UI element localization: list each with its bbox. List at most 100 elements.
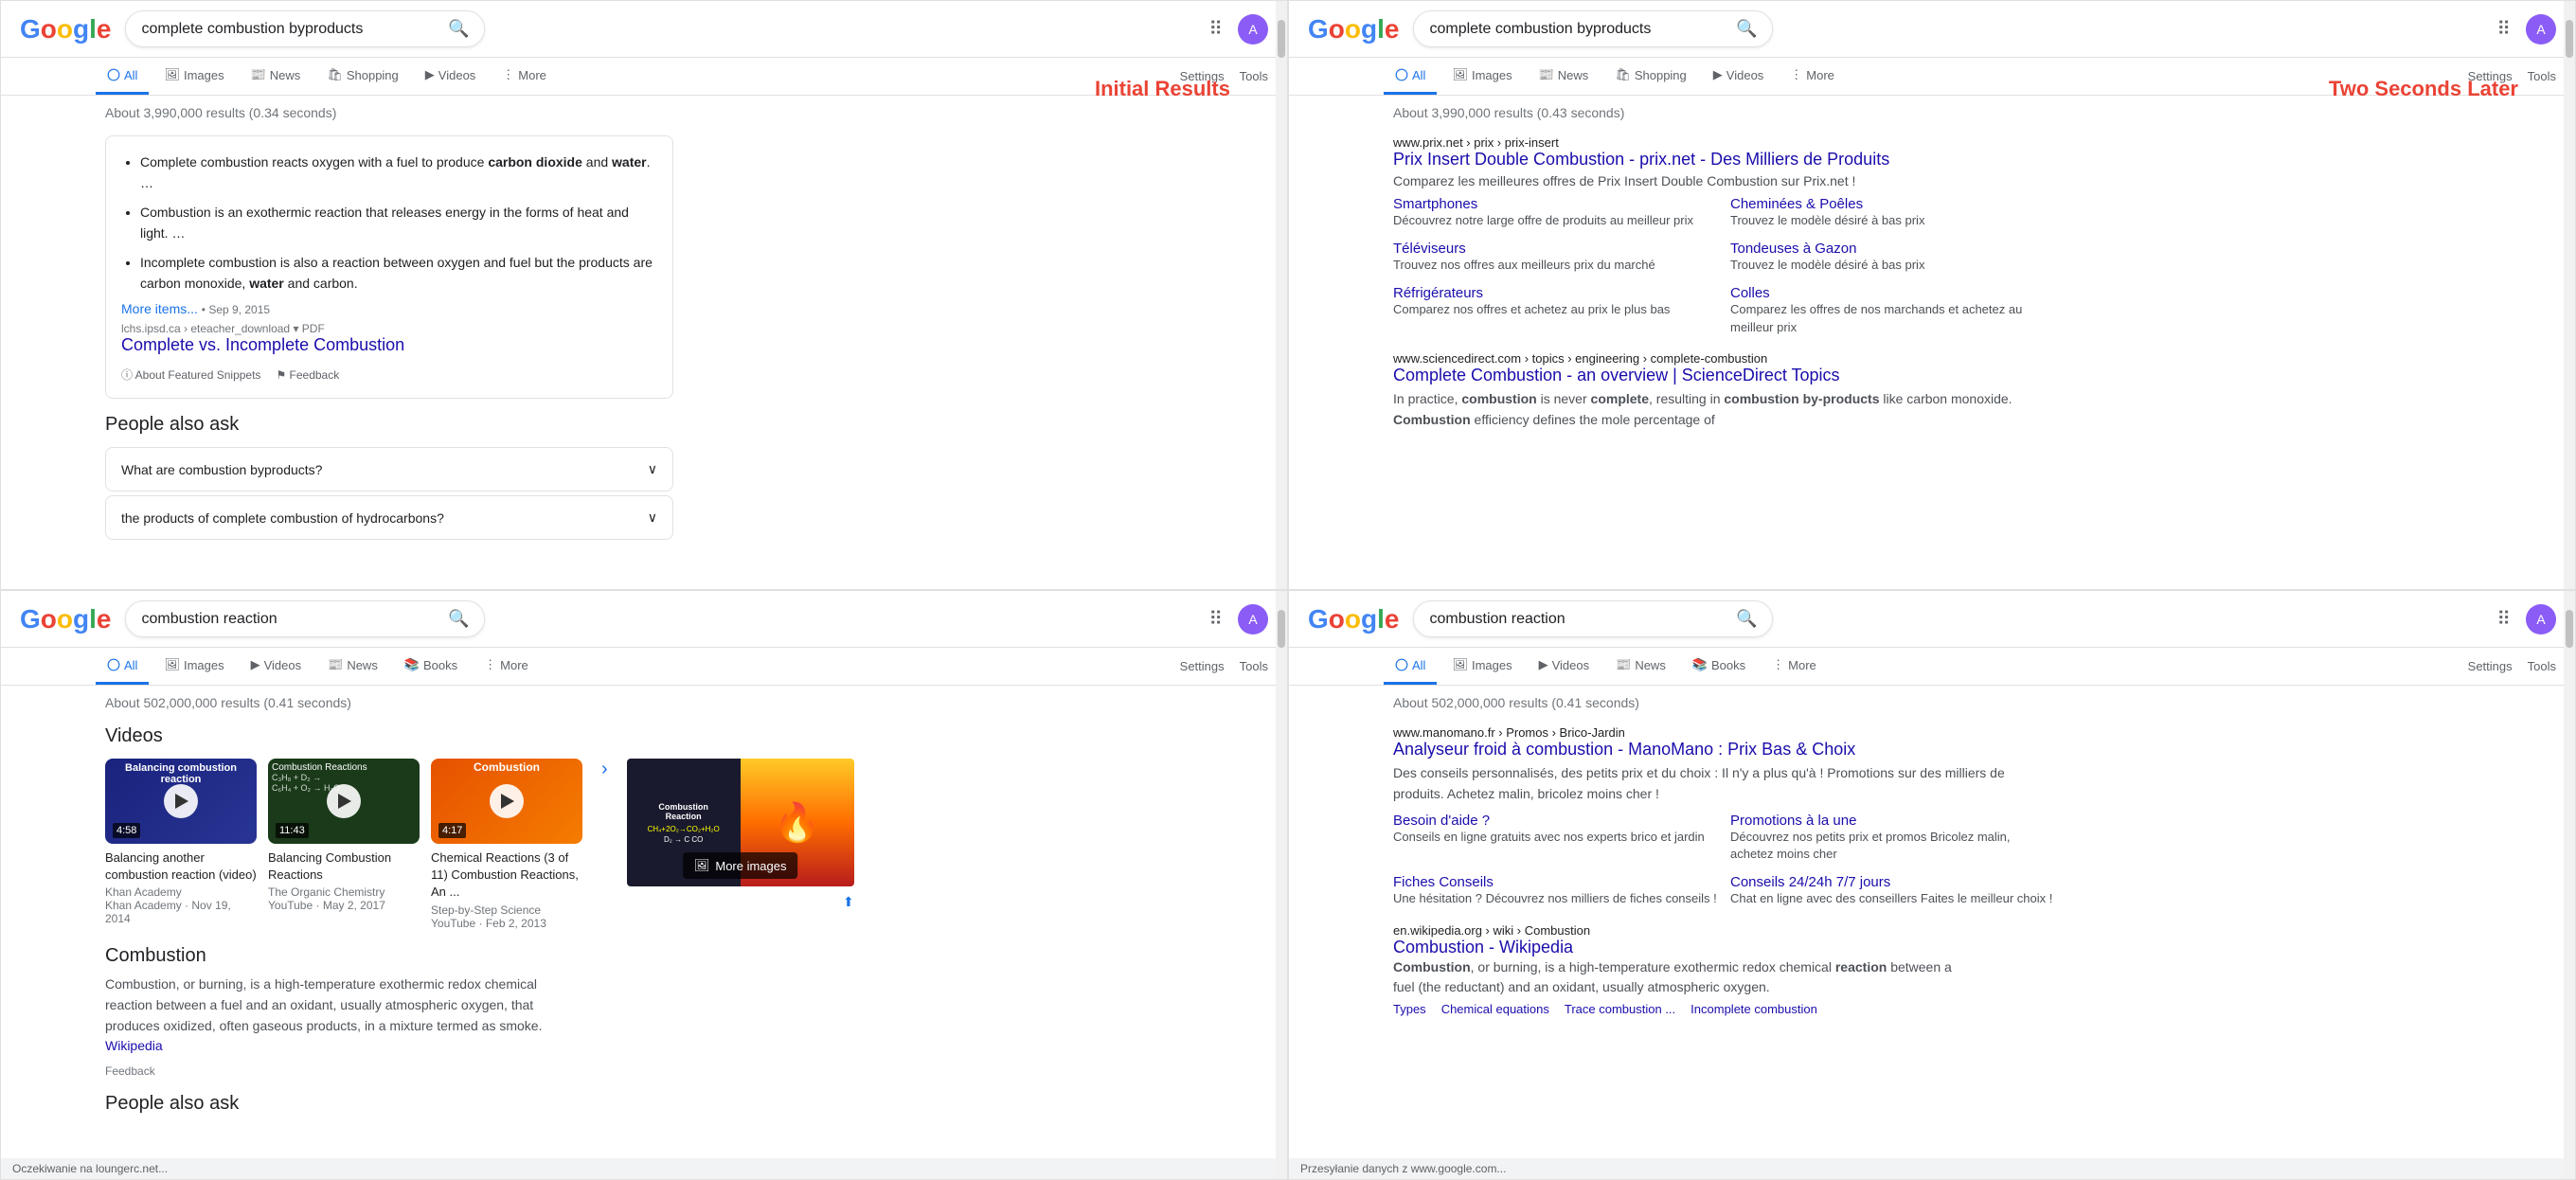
tab-more-bl[interactable]: ⋮ More	[473, 648, 540, 685]
search-input-tl[interactable]: complete combustion byproducts	[141, 21, 440, 38]
results-area-bl: About 502,000,000 results (0.41 seconds)…	[1, 686, 1287, 1170]
combustion-text: Combustion, or burning, is a high-temper…	[105, 974, 560, 1058]
search-input-bl[interactable]: combustion reaction	[141, 611, 440, 628]
scrollbar-br[interactable]	[2564, 591, 2575, 1179]
tab-books-br[interactable]: 📚 Books	[1681, 648, 1757, 685]
tab-more-br[interactable]: ⋮ More	[1761, 648, 1828, 685]
tab-news-br[interactable]: 📰 News	[1604, 648, 1677, 685]
video-thumb-2: Combustion ReactionsC₃H₈ + D₂ →C₆H₄ + O₂…	[268, 759, 420, 844]
ad-item-tondeuses[interactable]: Tondeuses à Gazon Trouvez le modèle dési…	[1730, 241, 2056, 274]
video-arrow-next[interactable]: ›	[594, 759, 616, 780]
tools-link-br[interactable]: Tools	[2528, 659, 2556, 673]
video-card-2[interactable]: Combustion ReactionsC₃H₈ + D₂ →C₆H₄ + O₂…	[268, 759, 420, 912]
tab-videos-tl[interactable]: ▶ Videos	[414, 58, 488, 95]
snippet-result-link[interactable]: Complete vs. Incomplete Combustion	[121, 335, 657, 355]
tools-link-tl[interactable]: Tools	[1240, 69, 1268, 83]
avatar-tr[interactable]: A	[2526, 14, 2556, 45]
tab-news-tr[interactable]: 📰 News	[1528, 58, 1601, 95]
tab-all-tr[interactable]: All	[1384, 59, 1437, 95]
scrollbar-tr[interactable]	[2564, 1, 2575, 589]
search-button-tl[interactable]: 🔍	[448, 19, 469, 39]
tab-images-tr[interactable]: 🖼 Images	[1440, 58, 1523, 95]
scrollbar-bl[interactable]	[1276, 591, 1287, 1179]
tab-images-tl[interactable]: 🖼 Images	[152, 58, 235, 95]
play-button-3[interactable]	[490, 784, 524, 818]
apps-icon-tr[interactable]: ⠿	[2496, 17, 2511, 41]
google-logo-tr: Google	[1308, 14, 1399, 45]
tab-news-bl[interactable]: 📰 News	[316, 648, 389, 685]
manomano-title-link[interactable]: Analyseur froid à combustion - ManoMano …	[1393, 740, 2056, 760]
ad-item-cheminees[interactable]: Cheminées & Poêles Trouvez le modèle dés…	[1730, 196, 2056, 229]
tab-videos-tr[interactable]: ▶ Videos	[1702, 58, 1776, 95]
tools-link-tr[interactable]: Tools	[2528, 69, 2556, 83]
manomano-item-fiches[interactable]: Fiches Conseils Une hésitation ? Découvr…	[1393, 874, 1719, 907]
google-logo-br: Google	[1308, 604, 1399, 635]
search-button-tr[interactable]: 🔍	[1736, 19, 1757, 39]
tab-more-tl[interactable]: ⋮ More	[491, 58, 558, 95]
tab-all-tl[interactable]: All	[96, 59, 149, 95]
manomano-item-aide[interactable]: Besoin d'aide ? Conseils en ligne gratui…	[1393, 813, 1719, 863]
settings-link-br[interactable]: Settings	[2468, 659, 2513, 673]
video-card-1[interactable]: Balancing combustion reaction 4:58 Balan…	[105, 759, 257, 925]
ad-item-colles[interactable]: Colles Comparez les offres de nos marcha…	[1730, 285, 2056, 335]
feedback-btn-bl[interactable]: Feedback	[105, 1064, 155, 1078]
play-button-1[interactable]	[164, 784, 198, 818]
manomano-item-conseils[interactable]: Conseils 24/24h 7/7 jours Chat en ligne …	[1730, 874, 2056, 907]
avatar-bl[interactable]: A	[1238, 604, 1268, 635]
organic-result-tr: www.sciencedirect.com › topics › enginee…	[1393, 351, 2056, 431]
tab-shopping-tl[interactable]: 🛍 Shopping	[315, 58, 409, 95]
tab-all-br[interactable]: All	[1384, 649, 1437, 685]
apps-icon-br[interactable]: ⠿	[2496, 607, 2511, 631]
video-card-3[interactable]: Combustion 4:17 Chemical Reactions (3 of…	[431, 759, 582, 930]
paa-section-tl: People also ask What are combustion bypr…	[105, 414, 673, 540]
wiki-link-equations[interactable]: Chemical equations	[1441, 1002, 1549, 1016]
search-bar-tl[interactable]: complete combustion byproducts 🔍	[125, 10, 485, 47]
ad-item-smartphones[interactable]: Smartphones Découvrez notre large offre …	[1393, 196, 1719, 229]
ad-item-refrigerateurs[interactable]: Réfrigérateurs Comparez nos offres et ac…	[1393, 285, 1719, 335]
wiki-link-incomplete[interactable]: Incomplete combustion	[1690, 1002, 1817, 1016]
ad-item-televiseurs[interactable]: Téléviseurs Trouvez nos offres aux meill…	[1393, 241, 1719, 274]
more-images-button[interactable]: 🖼 More images	[683, 852, 798, 879]
manomano-desc: Des conseils personnalisés, des petits p…	[1393, 763, 2056, 805]
paa-item-2[interactable]: the products of complete combustion of h…	[105, 495, 673, 540]
apps-icon-bl[interactable]: ⠿	[1208, 607, 1223, 631]
search-input-tr[interactable]: complete combustion byproducts	[1429, 21, 1728, 38]
search-button-bl[interactable]: 🔍	[448, 609, 469, 629]
search-bar-br[interactable]: combustion reaction 🔍	[1413, 600, 1773, 637]
combustion-title: Combustion	[105, 945, 560, 967]
share-button[interactable]: ⬆	[843, 894, 854, 910]
search-button-br[interactable]: 🔍	[1736, 609, 1757, 629]
combustion-desc-section: Combustion Combustion, or burning, is a …	[105, 945, 560, 1079]
apps-icon-tl[interactable]: ⠿	[1208, 17, 1223, 41]
tab-news-tl[interactable]: 📰 News	[240, 58, 313, 95]
paa-item-1[interactable]: What are combustion byproducts? ∨	[105, 447, 673, 492]
search-bar-tr[interactable]: complete combustion byproducts 🔍	[1413, 10, 1773, 47]
ad-title-link[interactable]: Prix Insert Double Combustion - prix.net…	[1393, 150, 2056, 170]
wiki-title-link[interactable]: Combustion - Wikipedia	[1393, 938, 1573, 957]
tab-shopping-tr[interactable]: 🛍 Shopping	[1603, 58, 1697, 95]
avatar-br[interactable]: A	[2526, 604, 2556, 635]
tab-videos-bl[interactable]: ▶ Videos	[240, 648, 313, 685]
snippet-bullet-2: Combustion is an exothermic reaction tha…	[140, 202, 657, 244]
tab-books-bl[interactable]: 📚 Books	[393, 648, 469, 685]
tab-more-tr[interactable]: ⋮ More	[1779, 58, 1846, 95]
more-items-link[interactable]: More items... • Sep 9, 2015	[121, 301, 657, 316]
tab-all-bl[interactable]: All	[96, 649, 149, 685]
search-input-br[interactable]: combustion reaction	[1429, 611, 1728, 628]
wikipedia-link-bl[interactable]: Wikipedia	[105, 1038, 163, 1053]
video-duration-2: 11:43	[276, 823, 309, 838]
feedback-link[interactable]: ⚑ Feedback	[276, 368, 339, 382]
tab-videos-br[interactable]: ▶ Videos	[1528, 648, 1601, 685]
search-bar-bl[interactable]: combustion reaction 🔍	[125, 600, 485, 637]
organic-title-link[interactable]: Complete Combustion - an overview | Scie…	[1393, 366, 2056, 385]
settings-link-bl[interactable]: Settings	[1180, 659, 1225, 673]
wiki-link-types[interactable]: Types	[1393, 1002, 1426, 1016]
wiki-link-trace[interactable]: Trace combustion ...	[1565, 1002, 1675, 1016]
scrollbar-tl[interactable]	[1276, 1, 1287, 589]
avatar-tl[interactable]: A	[1238, 14, 1268, 45]
manomano-item-promos[interactable]: Promotions à la une Découvrez nos petits…	[1730, 813, 2056, 863]
tab-images-bl[interactable]: 🖼 Images	[152, 648, 235, 685]
about-featured-snippets[interactable]: ⓘ About Featured Snippets	[121, 367, 260, 383]
tools-link-bl[interactable]: Tools	[1240, 659, 1268, 673]
tab-images-br[interactable]: 🖼 Images	[1440, 648, 1523, 685]
